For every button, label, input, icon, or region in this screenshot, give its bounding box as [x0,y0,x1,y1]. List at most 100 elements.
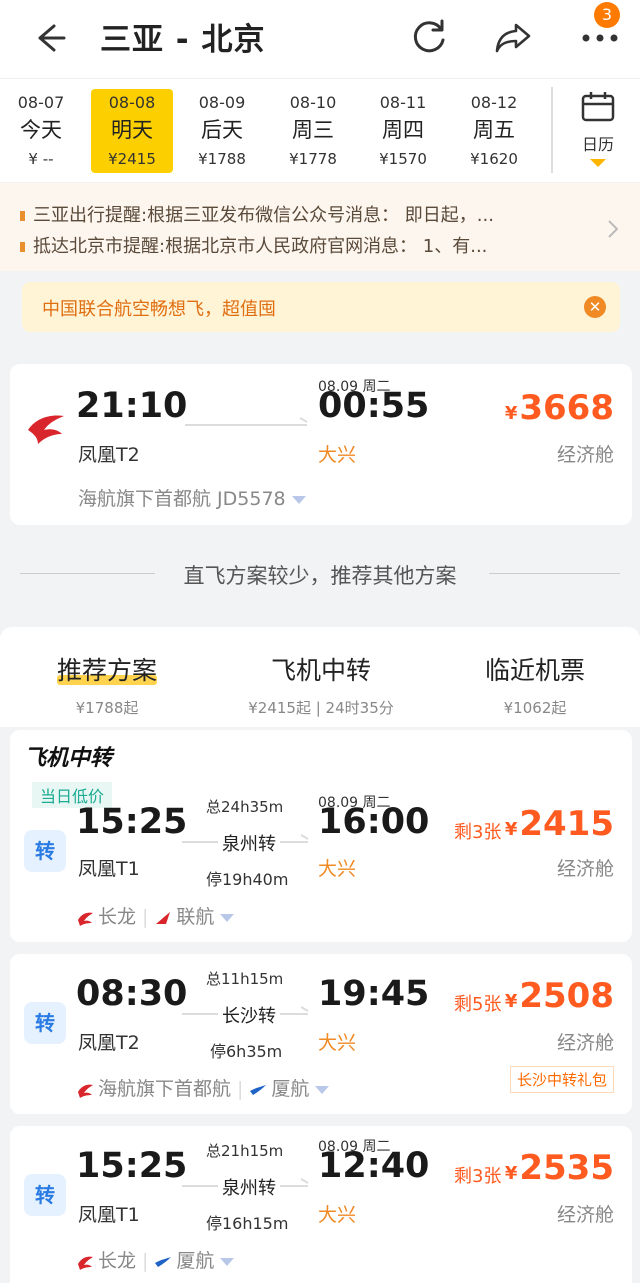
airline-name: 长龙 [98,906,137,928]
weekday-label: 明天 [111,118,153,142]
layover-duration: 停16h15m [206,1214,289,1233]
price: ¥2415 [505,804,614,844]
price-value: 2535 [519,1148,614,1188]
date-label: 08-09 [198,93,246,112]
date-item-0807[interactable]: 08-07 今天 ¥ -- [0,89,82,173]
departure-time: 21:10 [76,386,188,426]
transfer-city: 泉州转 [218,830,280,856]
divider-line [489,573,620,574]
weekday-label: 周三 [292,118,334,142]
date-label: 08-07 [17,93,65,112]
arrival-airport: 大兴 [318,1032,357,1054]
departure-terminal: 凤凰T1 [78,1204,140,1226]
caret-down-icon [590,159,606,167]
bullet-icon [20,211,25,221]
transfer-badge: 转 [24,1002,66,1044]
chevron-right-icon [608,220,619,238]
departure-time: 15:25 [76,1146,188,1186]
share-icon[interactable] [492,16,534,58]
arrival-airport: 大兴 [318,858,357,880]
airline-info[interactable]: 长龙 | 联航 [76,902,235,929]
total-duration: 总21h15m [206,1142,284,1160]
date-label: 08-08 [108,93,156,112]
date-item-0811[interactable]: 08-11 周四 ¥1570 [362,89,444,173]
page-title: 三亚 - 北京 [100,22,266,58]
seats-remaining: 剩3张 [454,1166,502,1187]
calendar-button[interactable]: 日历 [568,91,628,171]
plan-tabs: 推荐方案 ¥1788起 飞机中转 ¥2415起 | 24时35分 临近机票 ¥1… [0,627,640,727]
more-icon[interactable] [580,30,620,46]
weekday-label: 周五 [473,118,515,142]
airline-name: 海航旗下首都航 JD5578 [78,488,286,510]
tab-label: 临近机票 [484,656,585,685]
airline-name: 厦航 [271,1078,310,1100]
transfer-card[interactable]: 转 08:30 凤凰T2 总11h15m 长沙转 停6h35m 19:45 大兴… [10,954,632,1114]
price-value: 3668 [519,388,614,428]
date-item-0812[interactable]: 08-12 周五 ¥1620 [453,89,535,173]
transfer-badge: 转 [24,1174,66,1216]
date-price: ¥1788 [198,150,246,168]
date-item-0810[interactable]: 08-10 周三 ¥1778 [272,89,354,173]
transfer-badge: 转 [24,830,66,872]
seats-remaining: 剩3张 [454,822,502,843]
currency-symbol: ¥ [504,403,518,424]
arrival-time: 16:00 [318,802,430,842]
price: ¥2508 [505,976,614,1016]
divider [551,87,553,173]
date-price: ¥1778 [289,150,337,168]
layover-duration: 停6h35m [210,1042,283,1061]
caret-down-icon [291,495,306,504]
airline-info[interactable]: 海航旗下首都航 JD5578 [78,484,306,511]
currency-symbol: ¥ [504,1163,518,1184]
caret-down-icon [220,1257,235,1266]
caret-down-icon [220,913,235,922]
cabin-class: 经济舱 [556,858,614,880]
transfer-gift-tag[interactable]: 长沙中转礼包 [509,1066,614,1093]
weekday-label: 今天 [20,118,62,142]
notice-text: 抵达北京市提醒:根据北京市人民政府官网消息： 1、有... [33,236,488,257]
promo-banner[interactable]: 中国联合航空畅想飞，超值囤 ✕ [22,282,620,332]
date-price: ¥1570 [379,150,427,168]
departure-time: 15:25 [76,802,188,842]
date-item-0809[interactable]: 08-09 后天 ¥1788 [181,89,263,173]
total-duration: 总11h15m [206,970,284,988]
tab-label: 飞机中转 [270,656,371,685]
departure-terminal: 凤凰T1 [78,858,140,880]
close-icon[interactable]: ✕ [584,296,606,318]
bullet-icon [20,242,25,252]
departure-time: 08:30 [76,974,188,1014]
date-item-0808[interactable]: 08-08 明天 ¥2415 [91,89,173,173]
seats-remaining: 剩5张 [454,994,502,1015]
cabin-class: 经济舱 [556,444,614,466]
airline-name: 海航旗下首都航 [98,1078,232,1100]
flight-line [185,424,307,426]
weekday-label: 后天 [201,118,243,142]
tab-sub: ¥2415起 | 24时35分 [248,699,394,717]
tab-sub: ¥1788起 [75,699,139,717]
refresh-icon[interactable] [408,16,450,58]
price-value: 2508 [519,976,614,1016]
arrival-airport: 大兴 [318,444,357,466]
airline-info[interactable]: 长龙 | 厦航 [76,1246,235,1273]
notice-text: 三亚出行提醒:根据三亚发布微信公众号消息： 即日起，... [33,205,494,226]
arrival-time: 12:40 [318,1146,430,1186]
transfer-card[interactable]: 飞机中转 当日低价 转 15:25 凤凰T1 总24h35m 泉州转 停19h4… [10,730,632,942]
date-price: ¥1620 [470,150,518,168]
airline-logo-icon [156,911,171,924]
travel-notice[interactable]: 三亚出行提醒:根据三亚发布微信公众号消息： 即日起，... 抵达北京市提醒:根据… [0,183,640,271]
airline-logo-icon [78,1256,93,1270]
arrival-airport: 大兴 [318,1204,357,1226]
airline-info[interactable]: 海航旗下首都航 | 厦航 [76,1074,330,1101]
date-selector: 08-07 今天 ¥ -- 08-08 明天 ¥2415 08-09 后天 ¥1… [0,78,640,182]
price: ¥3668 [505,388,614,428]
arrival-time: 19:45 [318,974,430,1014]
date-label: 08-12 [470,93,518,112]
tab-recommended[interactable]: 推荐方案 ¥1788起 [0,651,214,718]
tab-sub: ¥1062起 [503,699,567,717]
transfer-card[interactable]: 转 15:25 凤凰T1 总21h15m 泉州转 停16h15m 08.09 周… [10,1126,632,1283]
tab-transfer[interactable]: 飞机中转 ¥2415起 | 24时35分 [214,651,428,718]
back-arrow-icon[interactable] [30,18,70,58]
tab-nearby[interactable]: 临近机票 ¥1062起 [428,651,640,718]
layover-duration: 停19h40m [206,870,289,889]
flight-card-direct[interactable]: 21:10 凤凰T2 08.09 周二 00:55 大兴 ¥3668 经济舱 海… [10,364,632,525]
